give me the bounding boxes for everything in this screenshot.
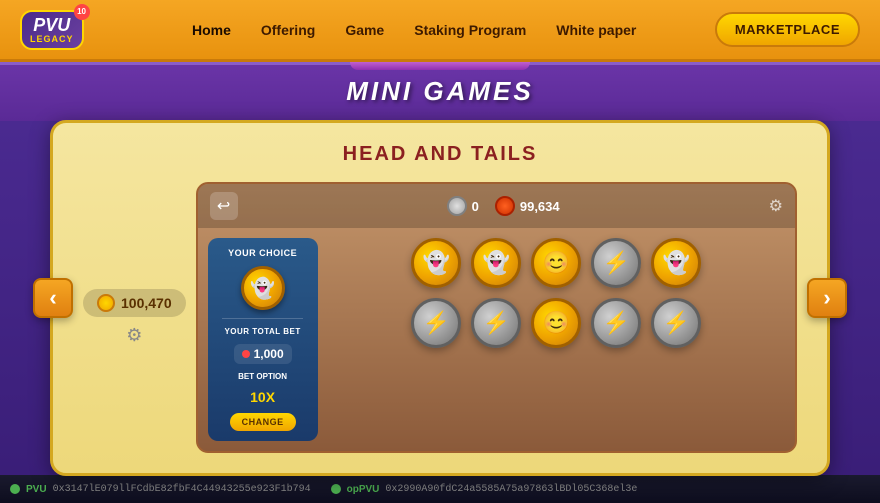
coin-face-icon: 😊 (543, 250, 570, 276)
oppvu-label: opPVU (347, 484, 380, 495)
choice-panel: YOUR CHOICE 👻 YOUR TOTAL BET 1,000 BET O… (208, 238, 318, 441)
game-top-bar: ↩ 0 99,634 ⚙ (198, 184, 795, 228)
nav-game[interactable]: Game (345, 22, 384, 38)
choice-coin-icon: 👻 (250, 276, 275, 301)
marketplace-button[interactable]: MARKETPLACE (715, 12, 860, 47)
coin-bolt-icon: ⚡ (603, 310, 630, 336)
oppvu-address: 0x2990A90fdC24a5585A75a97863lBDl05C368el… (385, 484, 637, 495)
left-chevron-icon: ‹ (49, 285, 56, 311)
score-value: 100,470 (121, 295, 172, 311)
silver-score-val: 0 (472, 199, 479, 214)
score-badge: 100,470 (83, 289, 186, 317)
prev-arrow[interactable]: ‹ (33, 278, 73, 318)
bet-value-box: 1,000 (234, 344, 292, 364)
coin-1-1[interactable]: 👻 (411, 238, 461, 288)
logo-badge: 10 (74, 4, 90, 20)
coin-1-4[interactable]: ⚡ (591, 238, 641, 288)
next-arrow[interactable]: › (807, 278, 847, 318)
banner-tab (350, 62, 530, 70)
coin-bolt-icon: ⚡ (483, 310, 510, 336)
left-score-area: 100,470 ⚙ (83, 182, 186, 453)
coin-row-2: ⚡ ⚡ 😊 ⚡ ⚡ (328, 298, 785, 348)
back-button[interactable]: ↩ (210, 192, 238, 220)
coin-face-icon: 😊 (543, 310, 570, 336)
game-panel: ↩ 0 99,634 ⚙ (196, 182, 797, 453)
bet-option-label: BET OPTION (238, 372, 287, 381)
fire-score-item: 99,634 (495, 196, 560, 216)
game-title: HEAD AND TAILS (83, 143, 797, 166)
coin-bolt-icon: ⚡ (423, 310, 450, 336)
coin-1-2[interactable]: 👻 (471, 238, 521, 288)
coin-grid: 👻 👻 😊 ⚡ 👻 ⚡ ⚡ 😊 ⚡ ⚡ (328, 238, 785, 441)
oppvu-item: opPVU 0x2990A90fdC24a5585A75a97863lBDl05… (331, 484, 638, 495)
score-coin-icon (97, 294, 115, 312)
coin-2-2[interactable]: ⚡ (471, 298, 521, 348)
score-settings-icon[interactable]: ⚙ (126, 325, 142, 346)
game-card: ‹ › HEAD AND TAILS 100,470 ⚙ ↩ (50, 120, 830, 476)
back-icon: ↩ (217, 196, 230, 216)
coin-bolt-icon: ⚡ (663, 310, 690, 336)
fire-coin-icon (495, 196, 515, 216)
mini-games-title: MINI GAMES (346, 76, 533, 106)
game-content: 100,470 ⚙ ↩ 0 (83, 182, 797, 453)
silver-coin-icon (447, 196, 467, 216)
right-chevron-icon: › (823, 285, 830, 311)
nav-whitepaper[interactable]: White paper (556, 22, 636, 38)
coin-2-5[interactable]: ⚡ (651, 298, 701, 348)
bottom-bar: PVU 0x3147lE079llFCdbE82fbF4C44943255e92… (0, 475, 880, 503)
coin-bolt-icon: ⚡ (603, 250, 630, 276)
logo-area: 10 PVU LEGACY (20, 10, 84, 50)
pvu-label: PVU (26, 484, 47, 495)
main-area: ‹ › HEAD AND TAILS 100,470 ⚙ ↩ (0, 121, 880, 475)
nav-home[interactable]: Home (192, 22, 231, 38)
divider (222, 318, 303, 319)
bet-option-value: 10X (250, 389, 275, 405)
choice-label: YOUR CHOICE (228, 248, 297, 258)
coin-row-1: 👻 👻 😊 ⚡ 👻 (328, 238, 785, 288)
nav-links: Home Offering Game Staking Program White… (114, 22, 715, 38)
mini-games-banner: MINI GAMES (0, 62, 880, 121)
pvu-address: 0x3147lE079llFCdbE82fbF4C44943255e923F1b… (53, 484, 311, 495)
game-body: YOUR CHOICE 👻 YOUR TOTAL BET 1,000 BET O… (198, 228, 795, 451)
coin-1-5[interactable]: 👻 (651, 238, 701, 288)
change-button[interactable]: CHANGE (230, 413, 296, 431)
coin-2-1[interactable]: ⚡ (411, 298, 461, 348)
game-settings-icon[interactable]: ⚙ (769, 196, 783, 216)
oppvu-dot (331, 484, 341, 494)
silver-score-item: 0 (447, 196, 479, 216)
nav-staking[interactable]: Staking Program (414, 22, 526, 38)
coin-face-icon: 👻 (663, 250, 690, 276)
pvu-item: PVU 0x3147lE079llFCdbE82fbF4C44943255e92… (10, 484, 311, 495)
pvu-dot (10, 484, 20, 494)
logo-legacy: LEGACY (30, 34, 74, 44)
coin-face-icon: 👻 (423, 250, 450, 276)
nav-offering[interactable]: Offering (261, 22, 315, 38)
fire-score-val: 99,634 (520, 199, 560, 214)
game-scores: 0 99,634 (447, 196, 560, 216)
coin-2-4[interactable]: ⚡ (591, 298, 641, 348)
logo-pvu: PVU (33, 16, 70, 34)
coin-2-3[interactable]: 😊 (531, 298, 581, 348)
navbar: 10 PVU LEGACY Home Offering Game Staking… (0, 0, 880, 62)
your-choice-coin: 👻 (241, 266, 285, 310)
bet-dot-icon (242, 350, 250, 358)
coin-face-icon: 👻 (483, 250, 510, 276)
total-bet-label: YOUR TOTAL BET (224, 327, 300, 336)
bet-value: 1,000 (254, 347, 284, 361)
logo-box[interactable]: 10 PVU LEGACY (20, 10, 84, 50)
coin-1-3[interactable]: 😊 (531, 238, 581, 288)
